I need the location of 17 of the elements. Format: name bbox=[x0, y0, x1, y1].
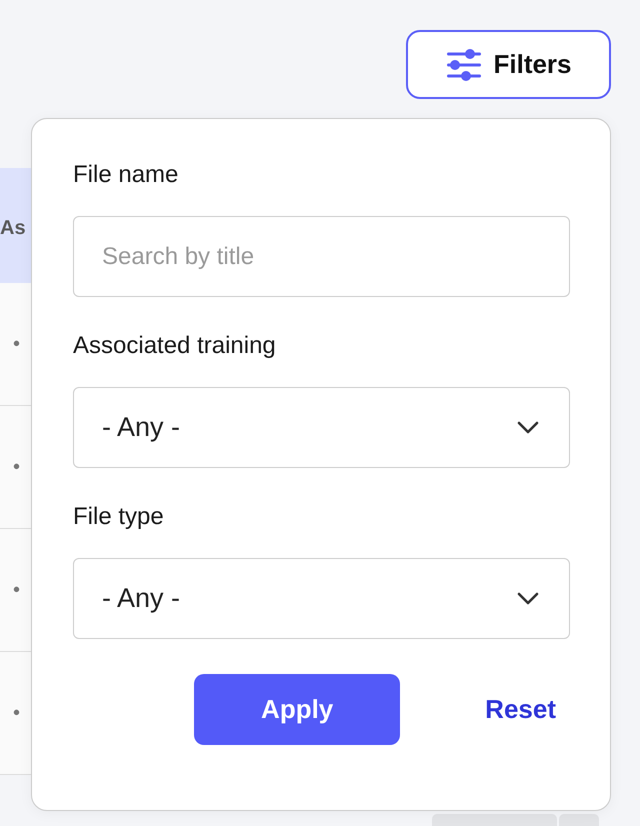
search-field[interactable]: Search by title bbox=[73, 216, 570, 297]
list-bullet: • bbox=[12, 457, 20, 477]
filters-button[interactable]: Filters bbox=[406, 30, 611, 99]
select-dropdown[interactable]: - Any - bbox=[73, 387, 570, 468]
apply-button[interactable]: Apply bbox=[194, 674, 400, 745]
field-label: File name bbox=[73, 161, 178, 189]
chevron-down-icon bbox=[517, 421, 539, 434]
reset-link[interactable]: Reset bbox=[472, 690, 569, 729]
sliders-icon bbox=[447, 48, 482, 80]
field-label: File type bbox=[73, 503, 164, 531]
select-dropdown[interactable]: - Any - bbox=[73, 558, 570, 639]
list-bullet: • bbox=[12, 334, 20, 354]
list-bullet: • bbox=[12, 580, 20, 600]
field-label: Associated training bbox=[73, 332, 276, 360]
chevron-down-icon bbox=[517, 592, 539, 605]
column-header: As bbox=[0, 216, 26, 240]
list-bullet: • bbox=[12, 703, 20, 723]
